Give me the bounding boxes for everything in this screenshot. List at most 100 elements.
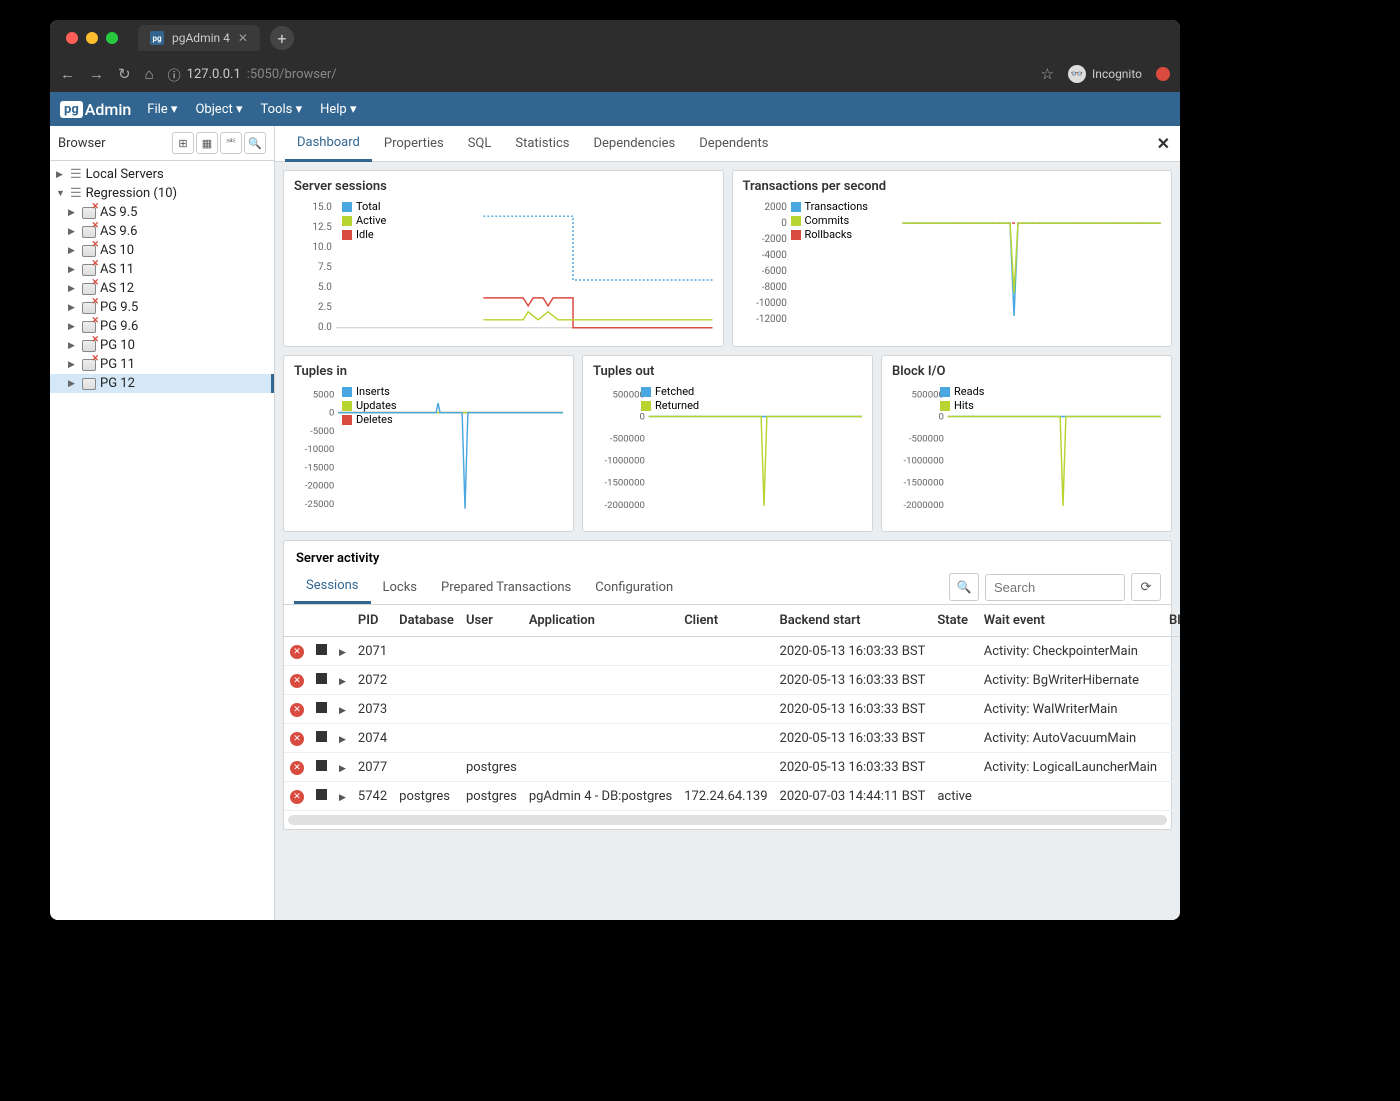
window-minimize-icon[interactable] — [86, 32, 98, 44]
atab-sessions[interactable]: Sessions — [294, 570, 371, 604]
tree-server[interactable]: ▶PG 9.6 — [50, 317, 274, 336]
chevron-right-icon[interactable]: ▶ — [68, 284, 78, 294]
menu-object[interactable]: Object ▾ — [195, 102, 242, 117]
column-header[interactable]: PID — [352, 605, 393, 637]
chevron-right-icon[interactable]: ▶ — [68, 322, 78, 332]
column-header[interactable] — [333, 605, 352, 637]
atab-locks[interactable]: Locks — [371, 572, 430, 603]
menu-file[interactable]: File ▾ — [147, 102, 177, 117]
chevron-right-icon[interactable]: ▶ — [68, 227, 78, 237]
table-row[interactable]: ✕▶20732020-05-13 16:03:33 BSTActivity: W… — [284, 695, 1180, 724]
terminate-session-icon[interactable]: ✕ — [290, 703, 304, 717]
column-header[interactable]: Blocking PIDs — [1163, 605, 1180, 637]
expand-row-icon[interactable]: ▶ — [339, 735, 346, 745]
tree-server[interactable]: ▶PG 10 — [50, 336, 274, 355]
view-data-icon[interactable]: ▦ — [196, 132, 218, 154]
expand-row-icon[interactable]: ▶ — [339, 793, 346, 803]
menu-tools[interactable]: Tools ▾ — [261, 102, 303, 117]
tab-properties[interactable]: Properties — [372, 127, 456, 160]
tab-dependencies[interactable]: Dependencies — [581, 127, 687, 160]
new-tab-button[interactable]: + — [270, 26, 294, 50]
cancel-query-icon[interactable] — [316, 702, 327, 713]
chevron-right-icon[interactable]: ▶ — [68, 379, 78, 389]
window-close-icon[interactable] — [66, 32, 78, 44]
chevron-right-icon[interactable]: ▶ — [68, 341, 78, 351]
legend-swatch-icon — [641, 401, 651, 411]
chevron-down-icon[interactable]: ▼ — [56, 188, 66, 199]
tree-server[interactable]: ▶AS 10 — [50, 241, 274, 260]
terminate-session-icon[interactable]: ✕ — [290, 645, 304, 659]
cancel-query-icon[interactable] — [316, 644, 327, 655]
pgadmin-logo[interactable]: pgAdmin — [60, 100, 131, 119]
column-header[interactable]: Wait event — [978, 605, 1163, 637]
home-button[interactable]: ⌂ — [145, 65, 154, 83]
chevron-right-icon[interactable]: ▶ — [56, 170, 66, 180]
expand-row-icon[interactable]: ▶ — [339, 677, 346, 687]
browser-tab[interactable]: pg pgAdmin 4 ✕ — [138, 25, 260, 51]
tree-server[interactable]: ▶PG 11 — [50, 355, 274, 374]
tab-dependents[interactable]: Dependents — [687, 127, 780, 160]
column-header[interactable]: User — [460, 605, 523, 637]
tree-server[interactable]: ▶PG 9.5 — [50, 298, 274, 317]
extension-icon[interactable] — [1156, 67, 1170, 81]
tree-server[interactable]: ▶AS 9.6 — [50, 222, 274, 241]
tab-sql[interactable]: SQL — [456, 127, 504, 160]
expand-row-icon[interactable]: ▶ — [339, 764, 346, 774]
tab-statistics[interactable]: Statistics — [503, 127, 581, 160]
table-row[interactable]: ✕▶5742postgrespostgrespgAdmin 4 - DB:pos… — [284, 782, 1180, 811]
chevron-right-icon[interactable]: ▶ — [68, 246, 78, 256]
close-panel-icon[interactable]: ✕ — [1157, 134, 1170, 153]
chevron-right-icon[interactable]: ▶ — [68, 208, 78, 218]
expand-row-icon[interactable]: ▶ — [339, 706, 346, 716]
tab-dashboard[interactable]: Dashboard — [285, 126, 372, 162]
column-header[interactable]: Application — [523, 605, 678, 637]
atab-config[interactable]: Configuration — [583, 572, 685, 603]
search-icon[interactable]: 🔍 — [949, 573, 979, 601]
chevron-right-icon[interactable]: ▶ — [68, 360, 78, 370]
tree-group-regression[interactable]: ▼ ☰ Regression (10) — [50, 184, 274, 203]
tree-group-local-servers[interactable]: ▶ ☰ Local Servers — [50, 165, 274, 184]
atab-prepared[interactable]: Prepared Transactions — [429, 572, 583, 603]
tree-server[interactable]: ▶PG 12 — [50, 374, 274, 393]
cancel-query-icon[interactable] — [316, 760, 327, 771]
reload-button[interactable]: ↻ — [118, 65, 131, 83]
tree-server[interactable]: ▶AS 12 — [50, 279, 274, 298]
horizontal-scrollbar[interactable] — [288, 815, 1167, 825]
column-header[interactable]: Backend start — [774, 605, 932, 637]
table-row[interactable]: ✕▶20742020-05-13 16:03:33 BSTActivity: A… — [284, 724, 1180, 753]
search-objects-icon[interactable]: 🔍 — [244, 132, 266, 154]
window-maximize-icon[interactable] — [106, 32, 118, 44]
column-header[interactable] — [284, 605, 310, 637]
table-row[interactable]: ✕▶2077postgres2020-05-13 16:03:33 BSTAct… — [284, 753, 1180, 782]
cancel-query-icon[interactable] — [316, 731, 327, 742]
query-tool-icon[interactable]: ⊞ — [172, 132, 194, 154]
tree-server[interactable]: ▶AS 11 — [50, 260, 274, 279]
forward-button[interactable]: → — [89, 65, 104, 83]
chevron-right-icon[interactable]: ▶ — [68, 303, 78, 313]
cancel-query-icon[interactable] — [316, 789, 327, 800]
expand-row-icon[interactable]: ▶ — [339, 648, 346, 658]
table-row[interactable]: ✕▶20712020-05-13 16:03:33 BSTActivity: C… — [284, 637, 1180, 666]
filter-icon[interactable]: ⎃ — [220, 132, 242, 154]
site-info-icon[interactable]: ⓘ — [168, 65, 181, 84]
address-bar[interactable]: ⓘ 127.0.0.1:5050/browser/ — [168, 65, 1027, 84]
column-header[interactable]: State — [931, 605, 977, 637]
terminate-session-icon[interactable]: ✕ — [290, 674, 304, 688]
chevron-right-icon[interactable]: ▶ — [68, 265, 78, 275]
column-header[interactable]: Client — [678, 605, 773, 637]
terminate-session-icon[interactable]: ✕ — [290, 761, 304, 775]
search-input[interactable] — [985, 574, 1125, 601]
menu-help[interactable]: Help ▾ — [320, 102, 356, 117]
table-row[interactable]: ✕▶20722020-05-13 16:03:33 BSTActivity: B… — [284, 666, 1180, 695]
column-header[interactable] — [310, 605, 333, 637]
tab-close-icon[interactable]: ✕ — [238, 31, 248, 45]
tree-server[interactable]: ▶AS 9.5 — [50, 203, 274, 222]
column-header[interactable]: Database — [393, 605, 460, 637]
cancel-query-icon[interactable] — [316, 673, 327, 684]
incognito-indicator[interactable]: 👓 Incognito — [1068, 65, 1142, 83]
back-button[interactable]: ← — [60, 65, 75, 83]
refresh-icon[interactable]: ⟳ — [1131, 573, 1161, 601]
terminate-session-icon[interactable]: ✕ — [290, 790, 304, 804]
bookmark-icon[interactable]: ☆ — [1041, 65, 1054, 83]
terminate-session-icon[interactable]: ✕ — [290, 732, 304, 746]
